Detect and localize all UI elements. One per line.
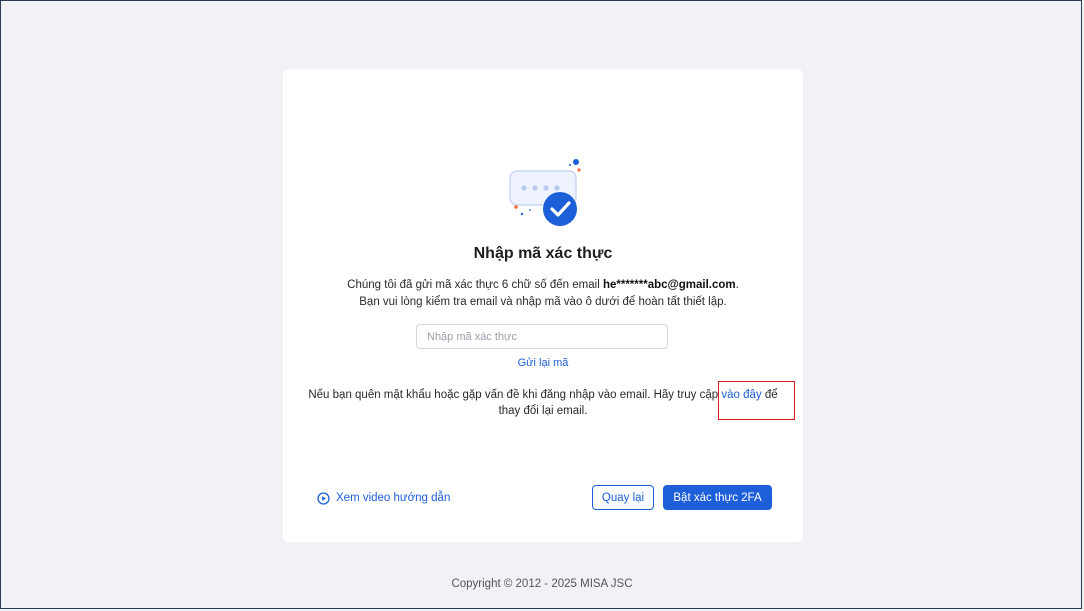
- help-text-prefix: Nếu bạn quên mật khẩu hoặc gặp vấn đề kh…: [308, 389, 722, 401]
- description-line-1-prefix: Chúng tôi đã gửi mã xác thực 6 chữ số đế…: [347, 279, 603, 291]
- enable-2fa-button[interactable]: Bật xác thực 2FA: [663, 485, 772, 510]
- resend-code-link[interactable]: Gửi lại mã: [283, 357, 803, 369]
- back-button[interactable]: Quay lại: [592, 485, 654, 510]
- dialog-description: Chúng tôi đã gửi mã xác thực 6 chữ số đế…: [283, 277, 803, 311]
- watch-guide-video-label: Xem video hướng dẫn: [336, 492, 451, 504]
- masked-email: he*******abc@gmail.com: [602, 279, 736, 291]
- verification-dialog: Nhập mã xác thực Chúng tôi đã gửi mã xác…: [283, 69, 803, 542]
- copyright-text: Copyright © 2012 - 2025 MISA JSC: [451, 578, 633, 590]
- description-line-2: Bạn vui lòng kiểm tra email và nhập mã v…: [359, 296, 727, 308]
- play-circle-icon: [317, 491, 330, 505]
- watch-guide-video-link[interactable]: Xem video hướng dẫn: [317, 490, 450, 506]
- description-line-1-suffix: .: [735, 279, 739, 291]
- highlight-box: [718, 381, 795, 420]
- description-line-1: Chúng tôi đã gửi mã xác thực 6 chữ số đế…: [283, 277, 803, 294]
- dialog-title: Nhập mã xác thực: [473, 245, 613, 262]
- help-text: Nếu bạn quên mật khẩu hoặc gặp vấn đề kh…: [303, 387, 783, 419]
- verification-code-input[interactable]: [416, 324, 668, 349]
- verified-message-icon: [509, 159, 581, 226]
